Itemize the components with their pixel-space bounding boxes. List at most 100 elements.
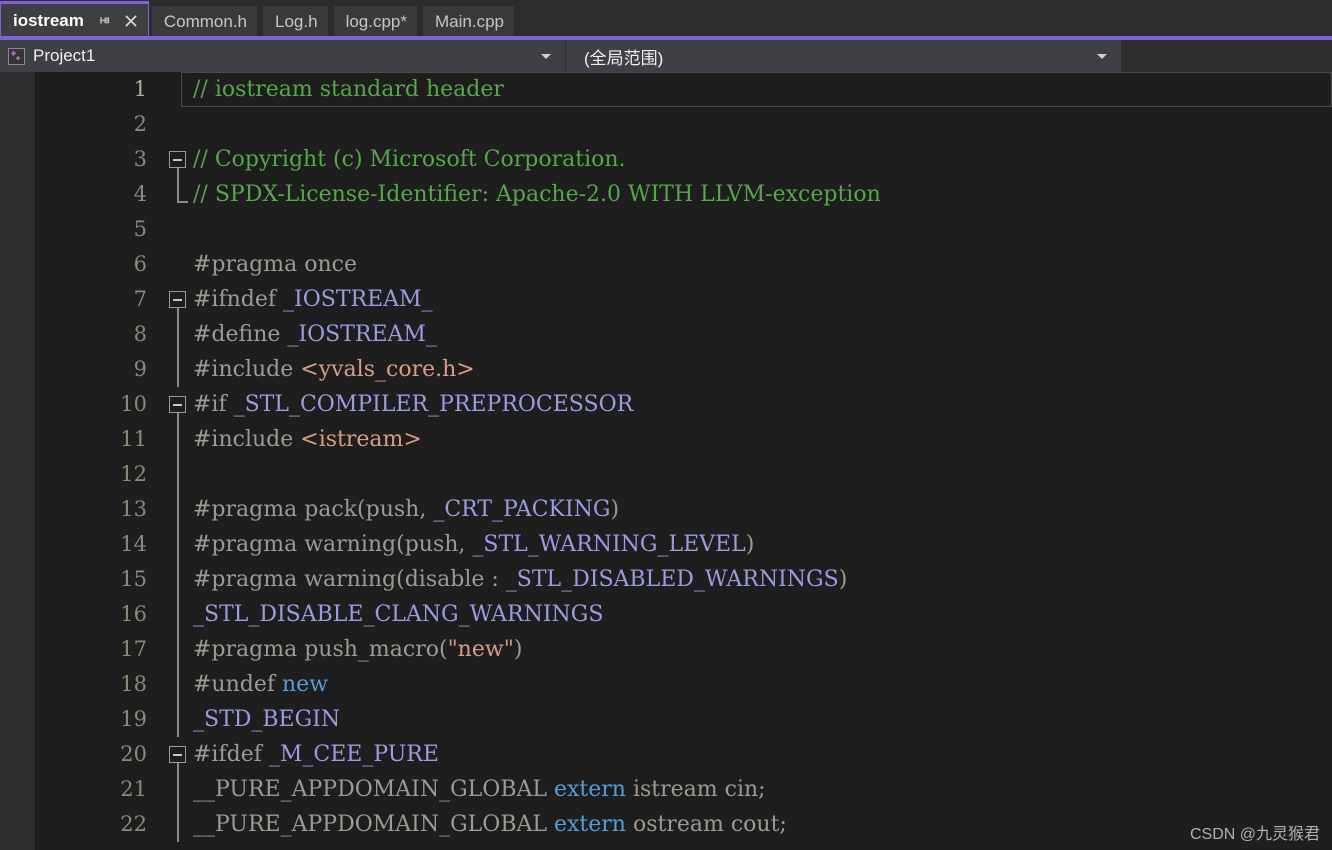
code-token-idn: ostream cout; [625,812,787,837]
code-token-idn: __PURE_APPDOMAIN_GLOBAL [193,812,554,837]
fold-toggle-expanded[interactable] [163,737,193,772]
code-token-pp: #pragma warning(disable : [193,567,506,592]
code-token-kw: new [282,672,329,697]
code-token-pp: #ifdef [193,742,269,767]
fold-toggle-expanded[interactable] [163,142,193,177]
code-editor[interactable]: 1 // iostream standard header 2 3 // Copyrig… [0,72,1332,850]
code-line-text: #include <istream> [193,422,1332,457]
code-line[interactable]: 16 _STL_DISABLE_CLANG_WARNINGS [35,597,1332,632]
code-line-text: #include <yvals_core.h> [193,352,1332,387]
line-number: 7 [133,287,147,311]
fold-gutter-empty [163,212,193,247]
code-token-pp: ) [610,497,620,522]
code-token-mac: _STL_DISABLE_CLANG_WARNINGS [193,602,604,627]
code-line[interactable]: 3 // Copyright (c) Microsoft Corporation. [35,142,1332,177]
editor-tab-iostream[interactable]: iostream [0,1,149,38]
fold-gutter-empty [163,247,193,282]
code-line-text: _STL_DISABLE_CLANG_WARNINGS [193,597,1332,632]
editor-tab-common-h[interactable]: Common.h [150,5,259,38]
fold-region-line [163,527,193,562]
code-line-text: __PURE_APPDOMAIN_GLOBAL extern istream c… [193,772,1332,807]
fold-region-line [163,702,193,737]
fold-region-line [163,807,193,842]
line-number: 20 [120,742,147,766]
code-line[interactable]: 20 #ifdef _M_CEE_PURE [35,737,1332,772]
code-token-pp: #pragma pack(push, [193,497,434,522]
code-token-pp: #pragma push_macro( [193,637,448,662]
fold-region-line [163,492,193,527]
code-line[interactable]: 5 [35,212,1332,247]
code-line[interactable]: 21 __PURE_APPDOMAIN_GLOBAL extern istream… [35,772,1332,807]
code-line-text: #define _IOSTREAM_ [193,317,1332,352]
code-line[interactable]: 12 [35,457,1332,492]
line-number: 10 [120,392,147,416]
code-token-mac: _M_CEE_PURE [268,742,439,767]
cpp-project-icon [8,47,25,65]
line-number: 11 [120,427,147,451]
fold-gutter-empty [163,107,193,142]
editor-tab-label: iostream [13,11,84,30]
close-icon[interactable] [124,14,138,28]
line-number: 15 [120,567,147,591]
chevron-down-icon[interactable] [541,54,551,59]
code-text-area[interactable]: 1 // iostream standard header 2 3 // Copyrig… [35,72,1332,850]
line-number: 8 [133,322,147,346]
line-number: 19 [120,707,147,731]
code-line[interactable]: 11 #include <istream> [35,422,1332,457]
code-line[interactable]: 22 __PURE_APPDOMAIN_GLOBAL extern ostream… [35,807,1332,842]
editor-tab-log-cpp[interactable]: log.cpp* [332,5,418,38]
code-line[interactable]: 10 #if _STL_COMPILER_PREPROCESSOR [35,387,1332,422]
code-line[interactable]: 7 #ifndef _IOSTREAM_ [35,282,1332,317]
fold-region-line [163,562,193,597]
code-line-text: #pragma warning(disable : _STL_DISABLED_… [193,562,1332,597]
code-line[interactable]: 2 [35,107,1332,142]
code-line[interactable]: 8 #define _IOSTREAM_ [35,317,1332,352]
code-token-mac: _STD_BEGIN [193,707,341,732]
code-line[interactable]: 1 // iostream standard header [35,72,1332,107]
code-token-pp: #if [193,392,234,417]
code-token-idn: __PURE_APPDOMAIN_GLOBAL [193,777,554,802]
code-token-cm: // Copyright (c) Microsoft Corporation. [193,147,626,172]
code-line[interactable]: 13 #pragma pack(push, _CRT_PACKING) [35,492,1332,527]
code-line[interactable]: 9 #include <yvals_core.h> [35,352,1332,387]
code-token-kw: extern [553,812,626,837]
project-selector-dropdown[interactable]: Project1 [0,40,566,72]
code-line[interactable]: 14 #pragma warning(push, _STL_WARNING_LEV… [35,527,1332,562]
selection-margin[interactable] [0,72,35,850]
fold-region-line [163,317,193,352]
code-line[interactable]: 18 #undef new [35,667,1332,702]
code-line-text: #undef new [193,667,1332,702]
line-number: 16 [120,602,147,626]
code-line-text: __PURE_APPDOMAIN_GLOBAL extern ostream c… [193,807,1332,842]
line-number: 18 [120,672,147,696]
chevron-down-icon[interactable] [1097,54,1107,59]
line-number: 6 [133,252,147,276]
code-token-idn: istream cin; [625,777,766,802]
code-line[interactable]: 4 // SPDX-License-Identifier: Apache-2.0 … [35,177,1332,212]
code-token-cm: // iostream standard header [193,77,504,102]
code-line[interactable]: 19 _STD_BEGIN [35,702,1332,737]
code-token-mac: _STL_WARNING_LEVEL [472,532,746,557]
editor-tab-log-h[interactable]: Log.h [262,5,329,38]
code-line-text: #pragma push_macro("new") [193,632,1332,667]
fold-region-line [163,667,193,702]
code-line[interactable]: 17 #pragma push_macro("new") [35,632,1332,667]
code-token-mac: _CRT_PACKING [433,497,611,522]
navigation-bar: Project1 (全局范围) [0,38,1332,72]
line-number: 1 [133,77,147,101]
editor-tab-main-cpp[interactable]: Main.cpp [422,5,515,38]
line-number: 13 [120,497,147,521]
code-token-pp: #ifndef [193,287,284,312]
code-token-pp: ) [838,567,848,592]
code-token-kw: extern [553,777,626,802]
code-line-text: #ifndef _IOSTREAM_ [193,282,1332,317]
code-line[interactable]: 15 #pragma warning(disable : _STL_DISABLE… [35,562,1332,597]
line-number: 22 [120,812,147,836]
fold-toggle-expanded[interactable] [163,387,193,422]
editor-tab-strip: iostream Common.h Log.h log.cpp* Main.cpp [0,0,1332,38]
code-line[interactable]: 6 #pragma once [35,247,1332,282]
scope-selector-dropdown[interactable]: (全局范围) [566,40,1122,72]
fold-toggle-expanded[interactable] [163,282,193,317]
pin-icon[interactable] [98,14,112,28]
project-selector-label: Project1 [33,46,96,65]
